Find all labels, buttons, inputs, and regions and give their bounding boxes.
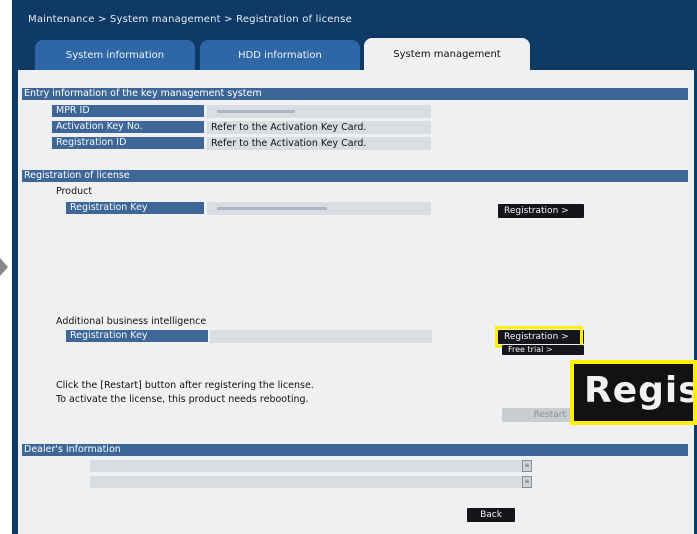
section-header-dealer: Dealer's information (22, 444, 688, 456)
section-header-registration: Registration of license (22, 170, 688, 182)
scroll-handle-icon[interactable]: ≡ (522, 476, 532, 488)
breadcrumb: Maintenance > System management > Regist… (28, 14, 352, 25)
registration-id-value: Refer to the Activation Key Card. (207, 137, 431, 150)
scroll-handle-icon[interactable]: ≡ (522, 460, 532, 472)
section-header-key-management: Entry information of the key management … (22, 88, 688, 100)
tab-system-management[interactable]: System management (364, 38, 530, 70)
abi-registration-key-field[interactable] (210, 330, 432, 343)
activation-key-value: Refer to the Activation Key Card. (207, 121, 431, 134)
mpr-id-value (207, 105, 431, 118)
product-registration-button[interactable]: Registration > (498, 204, 584, 218)
restart-note-line2: To activate the license, this product ne… (56, 394, 309, 405)
back-button[interactable]: Back (467, 508, 515, 522)
abi-registration-key-label: Registration Key (66, 330, 208, 342)
product-registration-key-label: Registration Key (66, 202, 204, 214)
zoom-callout: Regis (570, 360, 697, 425)
mpr-id-label: MPR ID (52, 105, 204, 117)
free-trial-button[interactable]: Free trial > (502, 345, 584, 355)
activation-key-label: Activation Key No. (52, 121, 204, 133)
redacted-value (217, 110, 295, 113)
registration-id-label: Registration ID (52, 137, 204, 149)
restart-button[interactable]: Restart (502, 408, 574, 422)
dealer-info-field-2[interactable] (90, 476, 522, 488)
tab-system-information[interactable]: System information (35, 40, 195, 70)
product-title: Product (56, 186, 93, 197)
abi-title: Additional business intelligence (56, 316, 207, 327)
redacted-value (217, 207, 327, 210)
dealer-info-field-1[interactable] (90, 460, 522, 472)
product-registration-key-field[interactable] (207, 202, 431, 215)
left-arrow-icon (0, 258, 8, 276)
restart-note-line1: Click the [Restart] button after registe… (56, 380, 314, 391)
tab-hdd-information[interactable]: HDD information (200, 40, 360, 70)
